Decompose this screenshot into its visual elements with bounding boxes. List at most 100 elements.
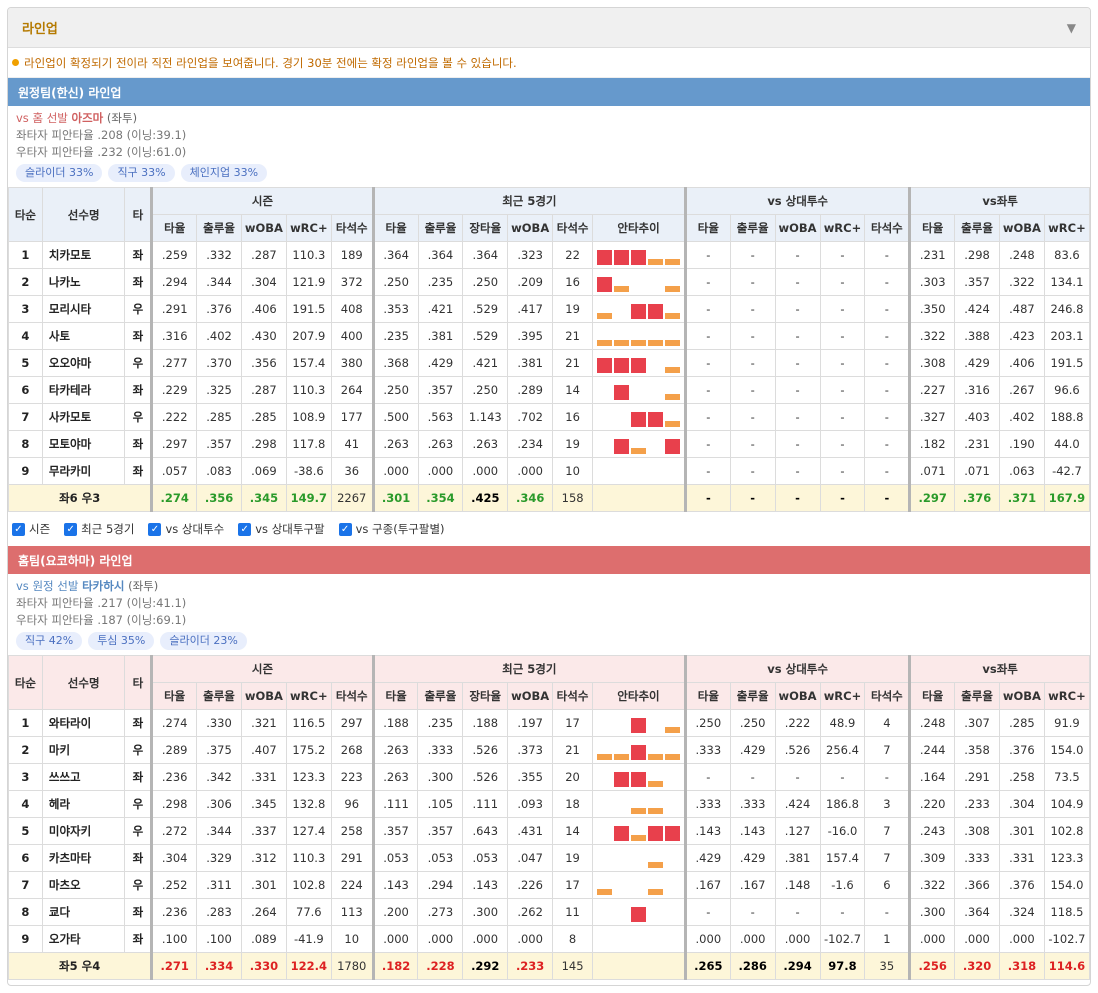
player-name[interactable]: 와타라이 (41, 709, 126, 737)
player-name[interactable]: 쿄다 (41, 898, 126, 926)
checkbox-checked-icon[interactable]: ✓ (12, 522, 25, 536)
header-vs_hand-col[interactable]: wOBA (998, 682, 1045, 710)
trend-bar (648, 862, 663, 868)
panel-header[interactable]: 라인업 ▼ (8, 8, 1090, 48)
header-recent-col[interactable]: wOBA (507, 682, 554, 710)
header-vs_hand-col[interactable]: 타율 (908, 682, 956, 710)
header-recent-col[interactable]: wOBA (507, 214, 554, 242)
trend-bar (597, 889, 612, 895)
pitch-chip: 직구 33% (108, 164, 175, 182)
player-name[interactable]: 사카모토 (41, 403, 126, 431)
player-name[interactable]: 나카노 (41, 268, 126, 296)
header-recent-col[interactable]: 타율 (371, 682, 419, 710)
player-name[interactable]: 카츠마타 (41, 844, 126, 872)
header-vs_pitcher-col[interactable]: 타율 (684, 214, 731, 242)
vs-hand-stat: .231 (954, 430, 1000, 458)
vs-hand-stat: 123.3 (1043, 844, 1090, 872)
player-name[interactable]: 오가타 (41, 925, 126, 953)
header-vs_pitcher-col[interactable]: wRC+ (819, 214, 866, 242)
trend-bar (631, 304, 647, 319)
recent-stat: .235 (417, 709, 464, 737)
header-season-col[interactable]: wRC+ (285, 214, 332, 242)
header-vs_pitcher-col[interactable]: wRC+ (819, 682, 866, 710)
check-vs-pitch-type[interactable]: ✓ vs 구종(투구팔별) (338, 521, 445, 537)
collapse-triangle-icon[interactable]: ▼ (1067, 21, 1076, 35)
vs-pitcher-stat: 48.9 (819, 709, 866, 737)
player-name[interactable]: 쓰쓰고 (41, 763, 126, 791)
header-season-col[interactable]: wOBA (240, 214, 287, 242)
header-season-col[interactable]: wOBA (240, 682, 287, 710)
trend-bar (648, 304, 664, 319)
header-vs_pitcher-col[interactable]: wOBA (774, 682, 821, 710)
player-name[interactable]: 무라카미 (41, 457, 126, 485)
header-season-col[interactable]: 타석수 (330, 682, 374, 710)
recent-stat: .395 (507, 322, 554, 350)
header-season-col[interactable]: wRC+ (285, 682, 332, 710)
trend-bar (648, 754, 663, 760)
player-name[interactable]: 사토 (41, 322, 126, 350)
vs-pitcher-stat: 7 (864, 817, 911, 845)
checkbox-checked-icon[interactable]: ✓ (338, 522, 352, 536)
check-season[interactable]: ✓ 시즌 (12, 521, 50, 537)
header-vs_hand-col[interactable]: 출루율 (954, 682, 1000, 710)
player-name[interactable]: 타카테라 (41, 376, 126, 404)
trend-bar (631, 745, 646, 760)
season-stat: 41 (330, 430, 374, 458)
header-vs_hand-col[interactable]: wRC+ (1043, 214, 1090, 242)
season-stat: 108.9 (285, 403, 332, 431)
vs-pitcher-stat: .429 (729, 736, 776, 764)
batting-order: 4 (8, 790, 43, 818)
header-season-col[interactable]: 타율 (150, 682, 198, 710)
player-name[interactable]: 오오야마 (41, 349, 126, 377)
header-vs_pitcher-col[interactable]: 타석수 (864, 214, 911, 242)
checkbox-checked-icon[interactable]: ✓ (64, 522, 78, 536)
bat-hand: 좌 (124, 457, 153, 485)
hit-trend (592, 763, 686, 791)
player-name[interactable]: 헤라 (41, 790, 126, 818)
player-name[interactable]: 미야자키 (41, 817, 126, 845)
header-vs_hand-col[interactable]: 출루율 (954, 214, 1000, 242)
player-name[interactable]: 마키 (41, 736, 126, 764)
header-vs_pitcher-col[interactable]: 출루율 (729, 214, 776, 242)
header-vs_pitcher-col[interactable]: 타율 (683, 682, 731, 710)
header-season-col[interactable]: 타율 (150, 214, 198, 242)
header-recent-col[interactable]: 안타추이 (592, 214, 687, 242)
header-vs_hand-col[interactable]: 타율 (908, 214, 956, 242)
header-recent-col[interactable]: 출루율 (417, 682, 464, 710)
header-recent-col[interactable]: 타석수 (552, 214, 594, 242)
checkbox-checked-icon[interactable]: ✓ (238, 522, 252, 536)
check-vs-arm[interactable]: ✓ vs 상대투구팔 (238, 521, 325, 537)
season-stat: 113 (330, 898, 374, 926)
vs-pitcher-stat: - (819, 322, 866, 350)
trend-bar (648, 781, 663, 787)
player-name[interactable]: 모리시타 (41, 295, 126, 323)
away-pitcher-name[interactable]: 아즈마 (72, 111, 104, 125)
header-vs_pitcher-col[interactable]: 출루율 (729, 682, 776, 710)
header-season-col[interactable]: 타석수 (330, 214, 374, 242)
home-pitcher-name[interactable]: 타카하시 (82, 579, 124, 593)
trend-bar (648, 826, 663, 841)
header-vs_pitcher-col[interactable]: 타석수 (864, 682, 911, 710)
season-stat: .259 (150, 241, 198, 269)
header-recent-col[interactable]: 타석수 (552, 682, 593, 710)
player-name[interactable]: 치카모토 (41, 241, 126, 269)
header-recent-col[interactable]: 출루율 (417, 214, 464, 242)
vs-hand-stat: .248 (998, 241, 1045, 269)
vs-pitcher-stat: - (819, 457, 866, 485)
header-season-col[interactable]: 출루율 (196, 214, 242, 242)
header-recent-col[interactable]: 장타율 (462, 214, 509, 242)
header-recent-col[interactable]: 안타추이 (592, 682, 686, 710)
player-name[interactable]: 모토야마 (41, 430, 126, 458)
trend-bar (614, 772, 629, 787)
check-recent5[interactable]: ✓ 최근 5경기 (64, 521, 134, 537)
header-recent-col[interactable]: 타율 (371, 214, 419, 242)
header-season-col[interactable]: 출루율 (196, 682, 242, 710)
header-vs_pitcher-col[interactable]: wOBA (774, 214, 821, 242)
checkbox-checked-icon[interactable]: ✓ (148, 522, 162, 536)
check-vs-pitcher[interactable]: ✓ vs 상대투수 (148, 521, 224, 537)
header-vs_hand-col[interactable]: wRC+ (1043, 682, 1090, 710)
season-stat: 408 (330, 295, 374, 323)
header-vs_hand-col[interactable]: wOBA (998, 214, 1045, 242)
player-name[interactable]: 마츠오 (41, 871, 126, 899)
header-recent-col[interactable]: 장타율 (462, 682, 509, 710)
